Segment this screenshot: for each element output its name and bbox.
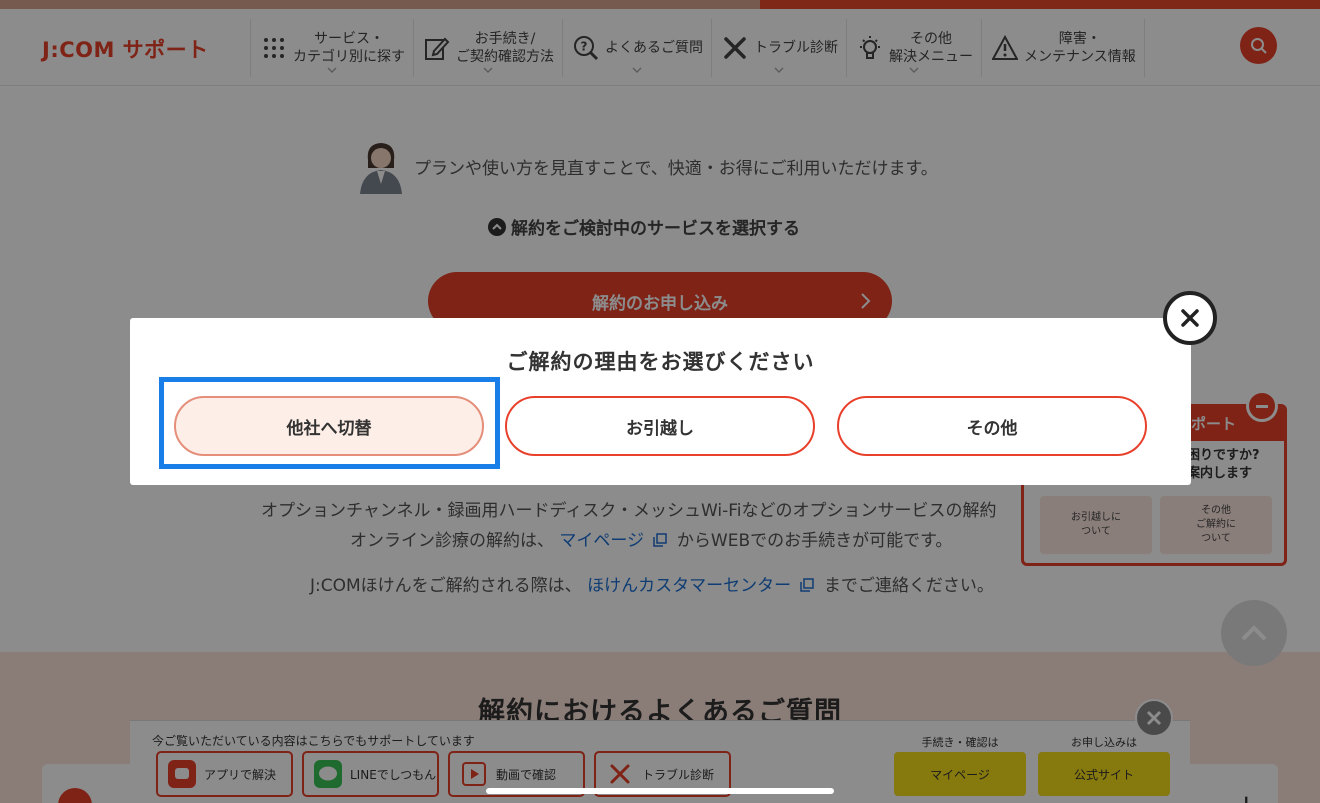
home-indicator[interactable] bbox=[486, 788, 834, 794]
selection-highlight bbox=[159, 377, 500, 469]
modal-title: ご解約の理由をお選びください bbox=[506, 350, 815, 374]
reason-moving-button[interactable]: お引越し bbox=[505, 396, 815, 456]
reason-other-button[interactable]: その他 bbox=[837, 396, 1147, 456]
close-icon bbox=[1181, 309, 1199, 327]
modal-close-button[interactable] bbox=[1163, 291, 1217, 345]
